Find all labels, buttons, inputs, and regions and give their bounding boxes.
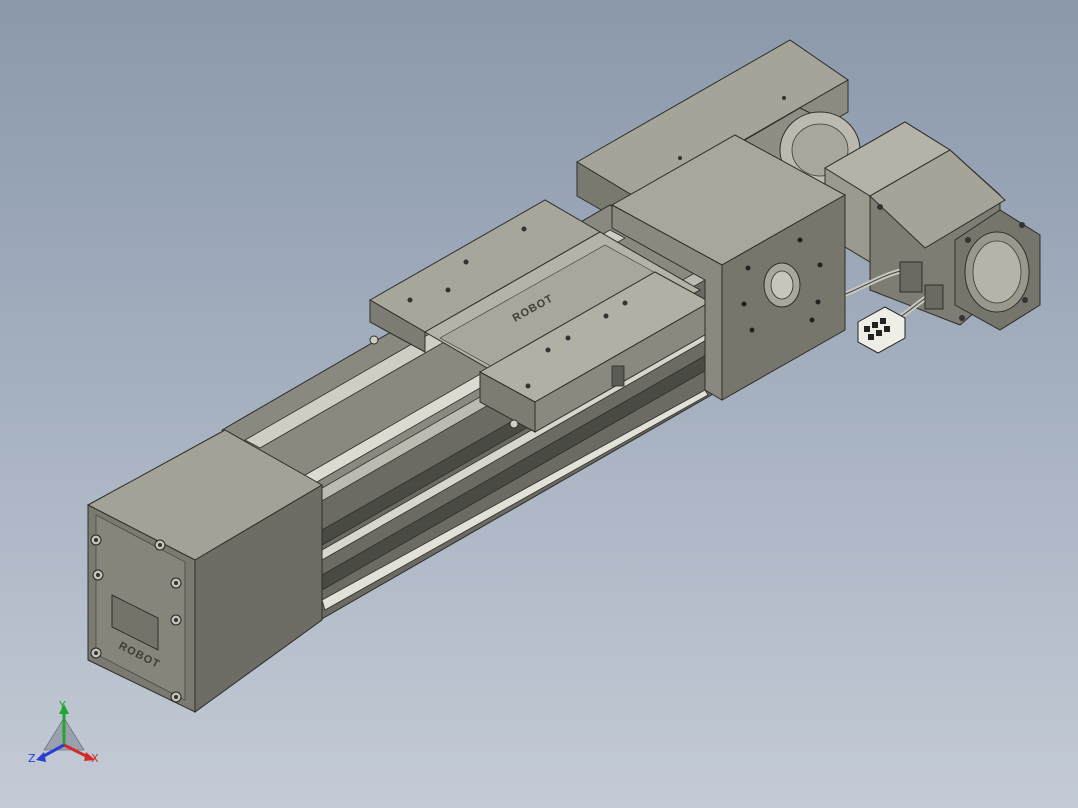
front-end-cap: ROBOT	[86, 429, 323, 713]
x-axis-label: X	[91, 752, 99, 765]
encoder-connector	[857, 306, 906, 354]
axis-triad[interactable]: Y X Z	[28, 699, 99, 765]
y-axis-label: Y	[58, 699, 66, 712]
3d-viewport[interactable]: ROBOT ROBOT Y X Z	[0, 0, 1078, 808]
linear-module-model[interactable]: ROBOT ROBOT Y X Z	[0, 0, 1078, 808]
z-axis-label: Z	[28, 752, 36, 765]
